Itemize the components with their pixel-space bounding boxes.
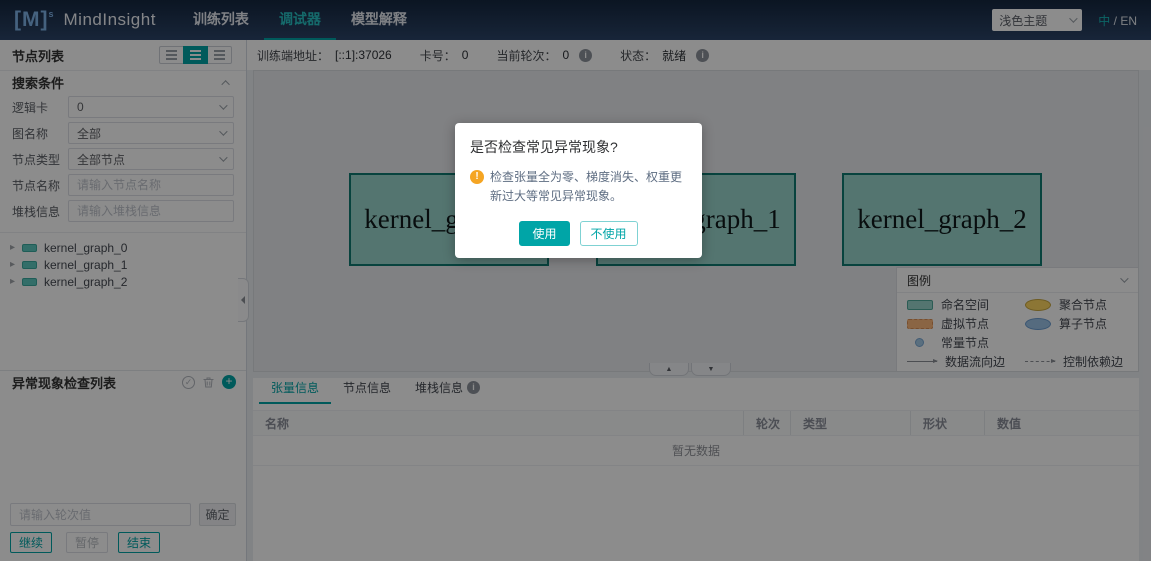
dialog-buttons: 使用 不使用: [470, 221, 687, 246]
dialog-title: 是否检查常见异常现象?: [470, 137, 687, 157]
dialog-message: 检查张量全为零、梯度消失、权重更新过大等常见异常现象。: [490, 168, 687, 206]
not-use-button[interactable]: 不使用: [580, 221, 638, 246]
use-button[interactable]: 使用: [519, 221, 569, 246]
warning-icon: !: [470, 170, 484, 184]
check-anomaly-dialog: 是否检查常见异常现象? ! 检查张量全为零、梯度消失、权重更新过大等常见异常现象…: [455, 123, 702, 258]
modal-overlay: [0, 0, 1151, 561]
dialog-body: ! 检查张量全为零、梯度消失、权重更新过大等常见异常现象。: [470, 168, 687, 206]
mindinsight-app: [M] s MindInsight 训练列表 调试器 模型解释 浅色主题 中 /…: [0, 0, 1151, 561]
